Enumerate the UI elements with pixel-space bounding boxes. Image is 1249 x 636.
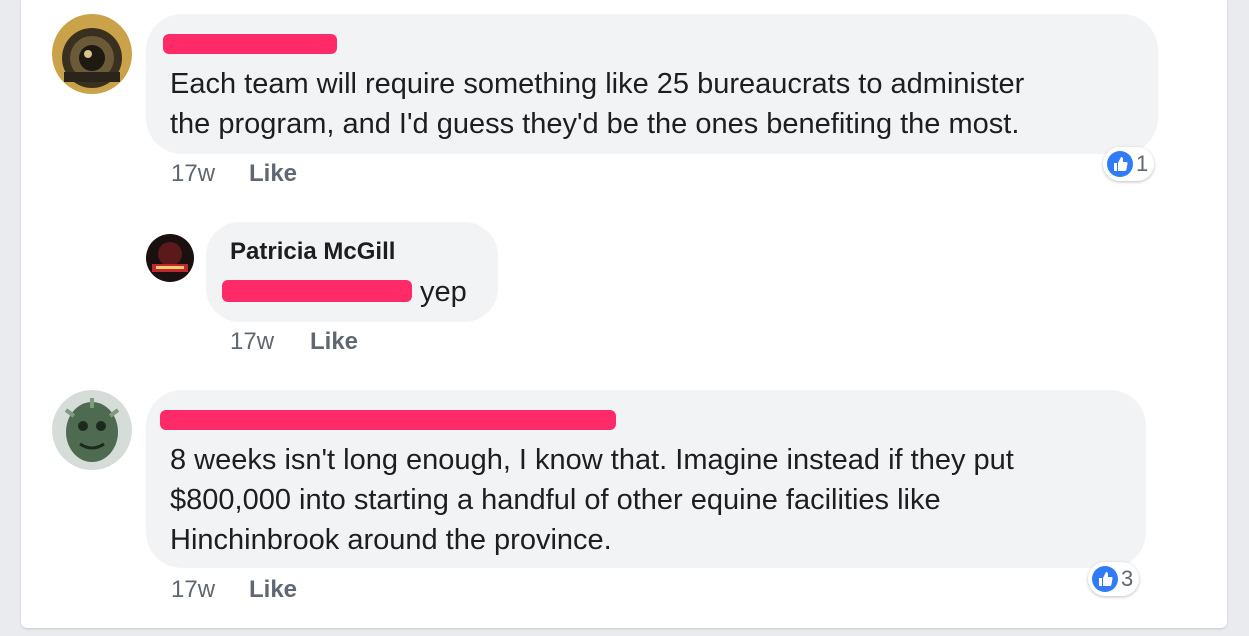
redacted-name <box>163 34 337 54</box>
comment-text: the program, and I'd guess they'd be the… <box>170 108 1020 140</box>
comment-text: Each team will require something like 25… <box>170 68 1025 100</box>
reply-avatar[interactable] <box>146 234 194 282</box>
reaction-badge[interactable]: 1 <box>1103 147 1155 181</box>
comment-text: $800,000 into starting a handful of othe… <box>170 484 941 516</box>
reply-text: yep <box>420 276 467 308</box>
thumbs-up-icon <box>1092 566 1118 592</box>
comment-text: 8 weeks isn't long enough, I know that. … <box>170 444 1014 476</box>
reaction-count: 3 <box>1121 566 1134 591</box>
redacted-mention <box>222 280 412 302</box>
reply-timestamp[interactable]: 17w <box>230 328 274 356</box>
comment-text: Hinchinbrook around the province. <box>170 524 612 556</box>
commenter-avatar[interactable] <box>52 390 132 470</box>
redacted-name <box>160 410 616 430</box>
like-button[interactable]: Like <box>249 576 297 604</box>
like-button[interactable]: Like <box>249 160 297 188</box>
thumbs-up-icon <box>1107 151 1133 177</box>
reply-author-name[interactable]: Patricia McGill <box>230 238 395 266</box>
like-button[interactable]: Like <box>310 328 358 356</box>
commenter-avatar[interactable] <box>52 14 132 94</box>
comment-timestamp[interactable]: 17w <box>171 160 215 188</box>
comment-timestamp[interactable]: 17w <box>171 576 215 604</box>
reaction-count: 1 <box>1136 151 1149 176</box>
reaction-badge[interactable]: 3 <box>1088 562 1140 596</box>
